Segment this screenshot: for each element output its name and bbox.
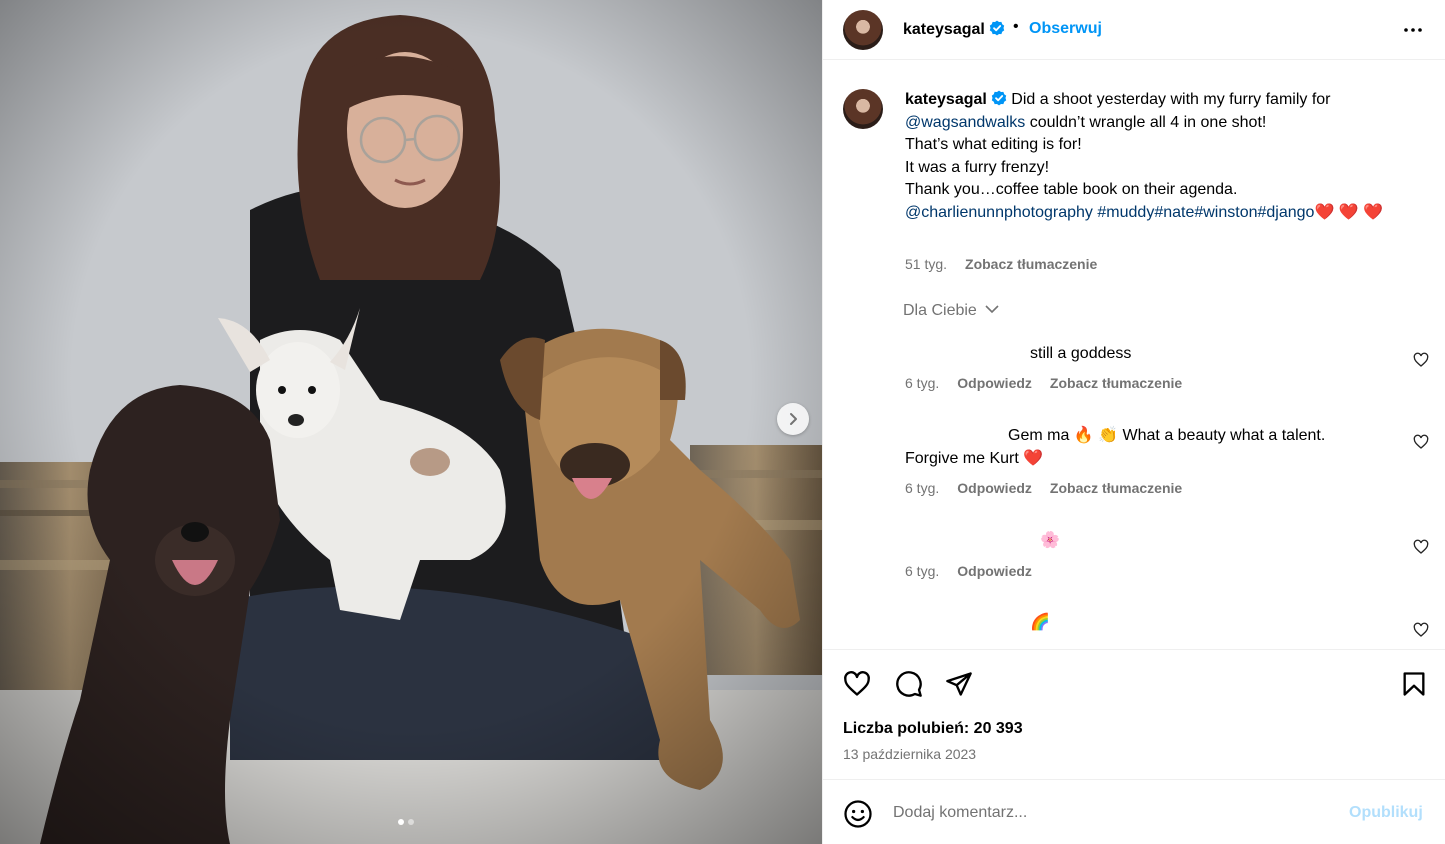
heart-icon[interactable] (1413, 622, 1429, 638)
heart-icon[interactable] (1413, 434, 1429, 450)
likes-count[interactable]: Liczba polubień: 20 393 (843, 720, 1023, 738)
caption-mention[interactable]: @wagsandwalks (905, 114, 1025, 131)
caption-mention[interactable]: @charlienunnphotography (905, 204, 1093, 221)
comments-sort-dropdown[interactable]: Dla Ciebie (903, 302, 999, 320)
heart-icon[interactable] (843, 670, 871, 698)
more-horizontal-icon[interactable] (1401, 18, 1425, 42)
carousel-dot (408, 819, 414, 825)
comment-reply-link[interactable]: Odpowiedz (957, 375, 1032, 391)
comment-text: 🌈 (1030, 614, 1050, 631)
post-photo[interactable] (0, 0, 822, 844)
comment-time[interactable]: 6 tyg. (905, 375, 939, 391)
author-username[interactable]: kateysagal (903, 20, 1005, 39)
caption-meta: 51 tyg. Zobacz tłumaczenie (905, 256, 1097, 272)
caption-line: That’s what editing is for! (905, 136, 1082, 153)
caption-line: It was a furry frenzy! (905, 158, 1050, 176)
chevron-down-icon (985, 305, 999, 314)
verified-badge-icon (991, 90, 1007, 106)
comment-line: Gem ma 🔥 👏 What a beauty what a talent. (1008, 427, 1326, 444)
comment-meta: 6 tyg. Odpowiedz (905, 563, 1032, 579)
caption-line: couldn’t wrangle all 4 in one shot! (1029, 113, 1267, 131)
comment-time[interactable]: 6 tyg. (905, 480, 939, 496)
comment-text: 🌸 (1040, 532, 1060, 549)
carousel-dot-active (398, 819, 404, 825)
caption-line: Thank you…coffee table book on their age… (905, 181, 1238, 198)
publish-button[interactable]: Opublikuj (1349, 804, 1423, 822)
bookmark-icon[interactable] (1400, 670, 1428, 698)
chevron-right-icon (790, 413, 797, 425)
post-actions: Liczba polubień: 20 393 13 października … (823, 649, 1445, 779)
caption-username[interactable]: kateysagal (905, 91, 987, 108)
author-avatar[interactable] (843, 10, 883, 50)
add-comment-bar: Opublikuj (823, 779, 1445, 844)
comment-reply-link[interactable]: Odpowiedz (957, 563, 1032, 579)
media-next-button[interactable] (777, 403, 809, 435)
author-username-text[interactable]: kateysagal (903, 21, 985, 38)
caption-avatar[interactable] (843, 89, 883, 129)
follow-button[interactable]: Obserwuj (1029, 20, 1102, 38)
post-header: kateysagal • Obserwuj (823, 0, 1445, 60)
share-icon[interactable] (945, 670, 973, 698)
caption-hashtags[interactable]: #muddy#nate#winston#django (1097, 204, 1314, 221)
photo-illustration (0, 0, 822, 844)
caption-hearts: ❤️ ❤️ ❤️ (1314, 203, 1384, 221)
comment-meta: 6 tyg. Odpowiedz Zobacz tłumaczenie (905, 375, 1182, 391)
header-separator: • (1013, 18, 1019, 35)
caption-time[interactable]: 51 tyg. (905, 256, 947, 272)
comment-time[interactable]: 6 tyg. (905, 563, 939, 579)
post-details-panel: kateysagal • Obserwuj kateysagal Did a s… (822, 0, 1445, 844)
comment-icon[interactable] (895, 670, 923, 698)
comments-scroll-area[interactable]: kateysagal Did a shoot yesterday with my… (823, 69, 1445, 649)
caption-line: Did a shoot yesterday with my furry fami… (1011, 91, 1331, 108)
comments-sort-label: Dla Ciebie (903, 302, 977, 319)
heart-icon[interactable] (1413, 539, 1429, 555)
comment-line: Forgive me Kurt ❤️ (905, 449, 1044, 467)
comment-meta: 6 tyg. Odpowiedz Zobacz tłumaczenie (905, 480, 1182, 496)
comment-translate-link[interactable]: Zobacz tłumaczenie (1050, 480, 1182, 496)
comment-input[interactable] (893, 798, 1333, 828)
comment-text: still a goddess (1030, 345, 1132, 362)
comment-text: Gem ma 🔥 👏 What a beauty what a talent. … (905, 425, 1385, 470)
comment-reply-link[interactable]: Odpowiedz (957, 480, 1032, 496)
verified-badge-icon (989, 20, 1005, 36)
emoji-icon[interactable] (843, 799, 873, 829)
carousel-indicator (398, 819, 414, 825)
post-date[interactable]: 13 października 2023 (843, 746, 976, 762)
post-caption: kateysagal Did a shoot yesterday with my… (905, 89, 1415, 224)
heart-icon[interactable] (1413, 352, 1429, 368)
comment-translate-link[interactable]: Zobacz tłumaczenie (1050, 375, 1182, 391)
caption-translate-link[interactable]: Zobacz tłumaczenie (965, 256, 1097, 272)
